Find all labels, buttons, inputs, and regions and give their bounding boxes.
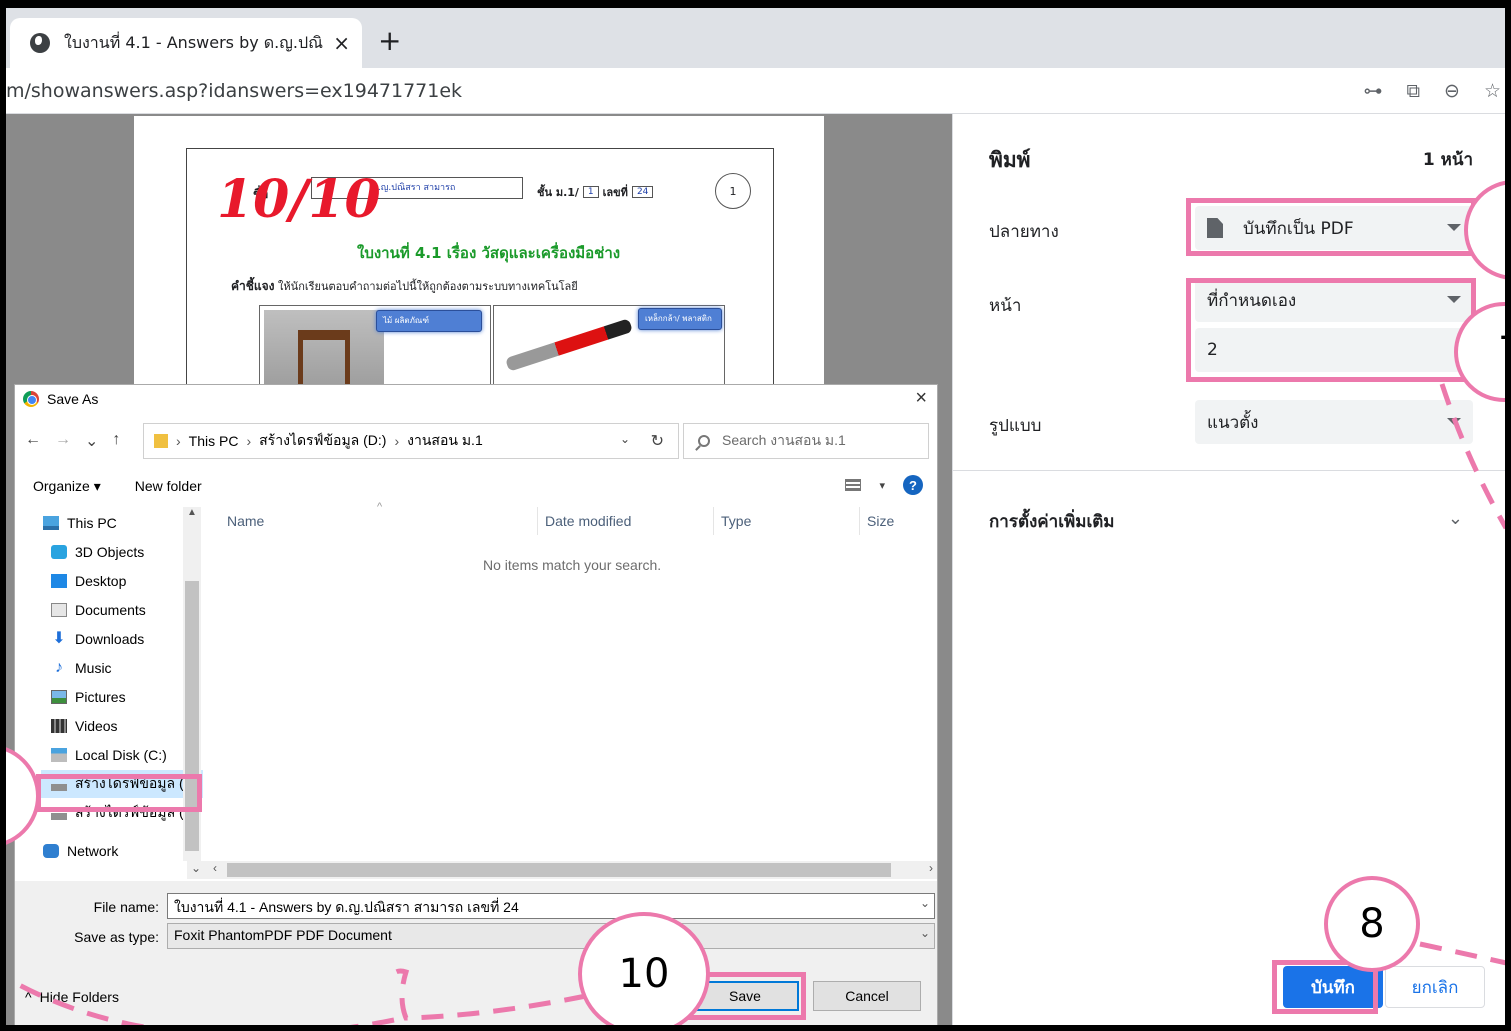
step-6-number: 6 [1506,207,1511,253]
step-10-number: 10 [618,951,670,997]
highlight-drive-d [36,774,202,812]
step-10-marker: 10 [578,912,710,1025]
step-8-marker: 8 [1324,876,1420,972]
step-8-number: 8 [1359,901,1385,947]
annotation-dashes [8,383,1505,1025]
highlight-pages [1186,278,1476,382]
step-7-number: 7 [1498,329,1505,375]
screenshot-frame: ใบงานที่ 4.1 - Answers by ด.ญ.ปณิ × + m/… [0,0,1511,1031]
highlight-destination [1186,198,1476,256]
